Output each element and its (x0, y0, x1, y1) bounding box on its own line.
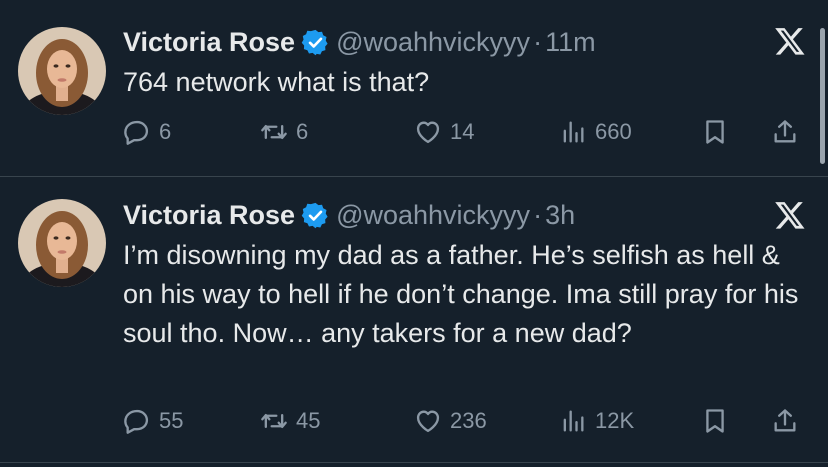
timestamp[interactable]: 3h (545, 200, 575, 231)
avatar[interactable] (18, 199, 106, 287)
views-button[interactable]: 660 (559, 114, 632, 150)
bookmark-icon (706, 409, 724, 433)
views-count: 12K (595, 408, 635, 433)
share-icon (774, 120, 796, 143)
like-icon (416, 410, 440, 433)
views-button[interactable]: 12K (559, 403, 634, 439)
bookmark-button[interactable] (701, 403, 729, 439)
author-name[interactable]: Victoria Rose (123, 27, 295, 58)
retweet-count: 6 (296, 119, 309, 144)
separator-dot: · (533, 199, 543, 230)
verified-badge-icon (301, 29, 328, 55)
views-icon (563, 121, 584, 143)
tweet-header: Victoria Rose @woahhvickyyy · 3h (123, 197, 575, 233)
reply-count: 55 (159, 408, 184, 433)
author-handle[interactable]: @woahhvickyyy (336, 200, 530, 231)
tweet-text: 764 network what is that? (123, 67, 430, 97)
author-handle[interactable]: @woahhvickyyy (336, 27, 530, 58)
retweet-button[interactable]: 6 (260, 114, 308, 150)
tweet-actions: 6 6 14 660 (123, 114, 813, 150)
tweet[interactable]: Victoria Rose @woahhvickyyy · 11m 764 ne… (0, 0, 828, 176)
avatar[interactable] (18, 27, 106, 115)
tweet-text: I’m disowning my dad as a father. He’s s… (123, 240, 799, 348)
retweet-button[interactable]: 45 (260, 403, 320, 439)
scrollbar[interactable] (820, 28, 825, 164)
share-icon (774, 409, 796, 432)
reply-count: 6 (159, 119, 172, 144)
views-icon (563, 410, 584, 432)
tweet-actions: 55 45 236 12K (123, 403, 813, 439)
views-count: 660 (595, 119, 632, 144)
share-button[interactable] (771, 114, 799, 150)
like-count: 14 (450, 119, 475, 144)
tweet[interactable]: Victoria Rose @woahhvickyyy · 3h I’m dis… (0, 177, 828, 467)
tweet-divider (0, 462, 828, 463)
like-button[interactable]: 14 (414, 114, 474, 150)
bookmark-icon (706, 120, 724, 144)
reply-button[interactable]: 6 (123, 114, 171, 150)
reply-icon (124, 120, 149, 145)
bookmark-button[interactable] (701, 114, 729, 150)
x-logo-icon (775, 28, 805, 55)
like-count: 236 (450, 408, 487, 433)
x-logo-icon (775, 202, 805, 229)
timestamp[interactable]: 11m (545, 27, 596, 58)
share-button[interactable] (771, 403, 799, 439)
reply-icon (124, 409, 149, 434)
author-name[interactable]: Victoria Rose (123, 200, 295, 231)
verified-badge-icon (301, 202, 328, 228)
like-icon (416, 121, 440, 144)
retweet-icon (261, 125, 287, 139)
retweet-count: 45 (296, 408, 321, 433)
retweet-icon (261, 414, 287, 428)
tweet-header: Victoria Rose @woahhvickyyy · 11m (123, 24, 596, 60)
like-button[interactable]: 236 (414, 403, 487, 439)
reply-button[interactable]: 55 (123, 403, 183, 439)
separator-dot: · (533, 26, 543, 57)
